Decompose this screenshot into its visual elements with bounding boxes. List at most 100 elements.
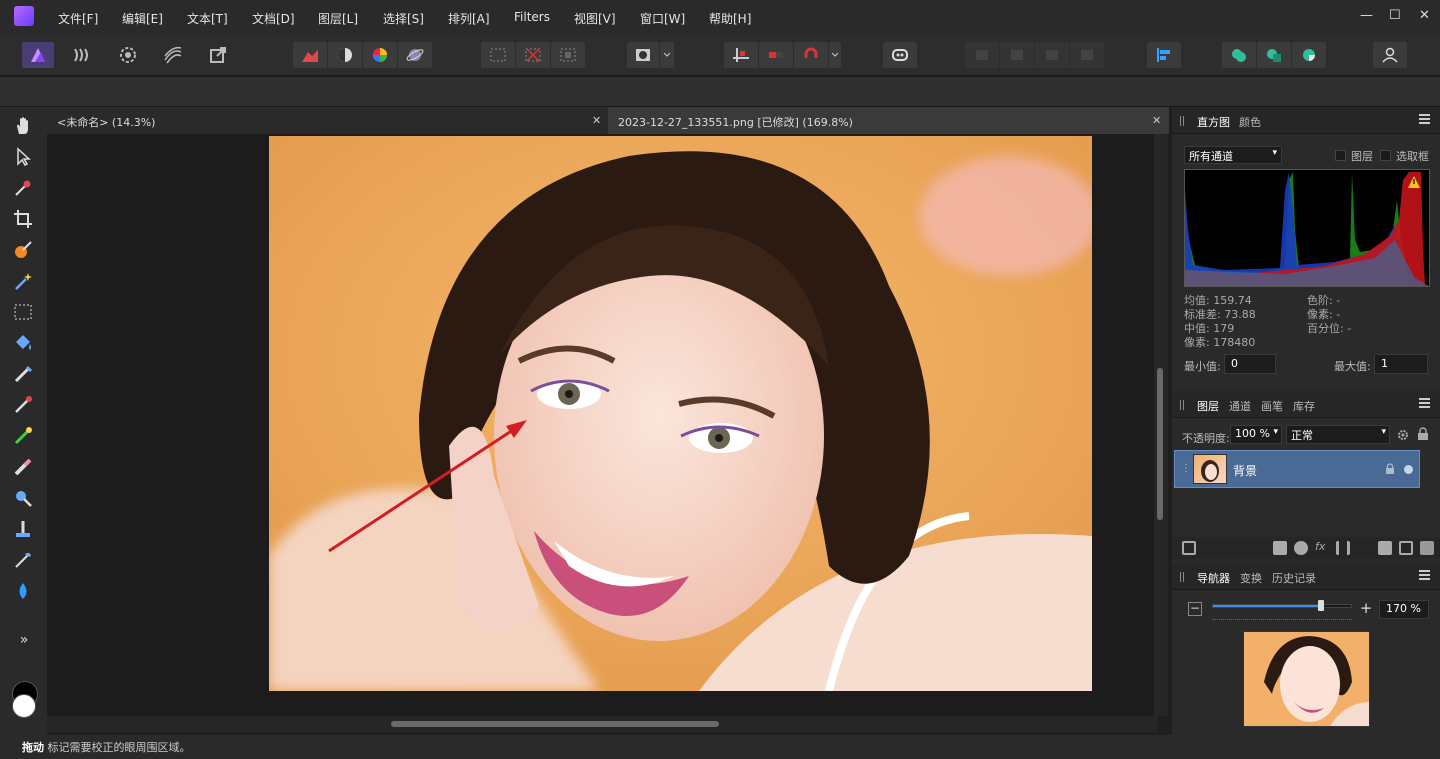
menu-layer[interactable]: 图层[L] (318, 10, 358, 27)
minimize-button[interactable]: — (1360, 8, 1373, 23)
maximize-button[interactable]: ☐ (1389, 8, 1401, 23)
clone-brush-button[interactable] (12, 518, 36, 542)
quick-mask-dropdown[interactable] (660, 42, 674, 68)
max-value-input[interactable]: 1 (1374, 354, 1428, 374)
develop-persona-button[interactable] (112, 42, 144, 68)
tab-channels[interactable]: 通道 (1229, 398, 1251, 414)
snapping-dropdown[interactable] (829, 42, 841, 68)
selection-mode-invert-button[interactable] (551, 42, 585, 68)
menu-filters[interactable]: Filters (514, 10, 550, 24)
arrange-back-button[interactable] (965, 42, 999, 68)
primary-color-swatch[interactable] (12, 694, 36, 718)
arrange-front-button[interactable] (1070, 42, 1104, 68)
add-pixel-layer-icon[interactable] (1399, 541, 1413, 555)
vertical-scroll-thumb[interactable] (1157, 368, 1163, 520)
menu-window[interactable]: 窗口[W] (640, 10, 685, 27)
tab-untitled[interactable]: <未命名> (14.3%) ✕ (47, 107, 607, 134)
arrange-backward-button[interactable] (1000, 42, 1034, 68)
auto-white-balance-button[interactable] (398, 42, 432, 68)
tab-history[interactable]: 历史记录 (1272, 570, 1316, 586)
export-persona-button[interactable] (202, 42, 234, 68)
photo-image[interactable] (269, 136, 1092, 691)
tab-navigator[interactable]: 导航器 (1193, 563, 1234, 593)
menu-view[interactable]: 视图[V] (574, 10, 616, 27)
menu-arrange[interactable]: 排列[A] (448, 10, 490, 27)
tab-stock[interactable]: 库存 (1293, 398, 1315, 414)
menu-file[interactable]: 文件[F] (58, 10, 98, 27)
lock-icon[interactable] (1417, 427, 1429, 441)
tab-transform[interactable]: 变换 (1240, 570, 1262, 586)
close-icon[interactable]: ✕ (1152, 114, 1161, 127)
menu-edit[interactable]: 编辑[E] (122, 10, 163, 27)
panel-grip-icon[interactable] (1180, 572, 1184, 582)
blur-brush-button[interactable] (12, 580, 36, 604)
vertical-scrollbar[interactable] (1154, 134, 1168, 716)
boolean-intersect-button[interactable] (1292, 42, 1326, 68)
boolean-subtract-button[interactable] (1257, 42, 1291, 68)
flood-select-button[interactable] (12, 270, 36, 294)
assistant-button[interactable] (759, 42, 793, 68)
horizontal-scrollbar[interactable] (47, 716, 1157, 732)
adjustment-layer-icon[interactable] (1294, 541, 1308, 555)
tab-color[interactable]: 颜色 (1239, 114, 1261, 130)
paint-brush-button[interactable] (12, 363, 36, 387)
marquee-tool-button[interactable] (12, 301, 36, 325)
close-icon[interactable]: ✕ (592, 114, 601, 127)
arrange-forward-button[interactable] (1035, 42, 1069, 68)
selection-mode-new-button[interactable] (481, 42, 515, 68)
more-tools-button[interactable]: » (12, 632, 36, 656)
panel-grip-icon[interactable] (1180, 400, 1184, 410)
opacity-input[interactable]: 100 % ▾ (1230, 425, 1282, 444)
crop-tool-button[interactable] (12, 208, 36, 232)
dodge-brush-button[interactable] (12, 487, 36, 511)
tab-histogram[interactable]: 直方图 (1193, 107, 1234, 137)
snapping-button[interactable] (724, 42, 758, 68)
auto-contrast-button[interactable] (328, 42, 362, 68)
menu-document[interactable]: 文档[D] (252, 10, 295, 27)
pixel-tool-button[interactable] (12, 394, 36, 418)
panel-menu-icon[interactable] (1419, 398, 1430, 408)
live-filter-icon[interactable] (1336, 541, 1350, 555)
selection-mode-clear-button[interactable] (516, 42, 550, 68)
menu-text[interactable]: 文本[T] (187, 10, 228, 27)
paint-mixer-button[interactable] (12, 425, 36, 449)
tab-layers[interactable]: 图层 (1193, 391, 1223, 421)
gear-icon[interactable] (1396, 428, 1410, 442)
photo-persona-button[interactable] (22, 42, 54, 68)
tone-mapping-persona-button[interactable] (157, 42, 189, 68)
color-picker-button[interactable] (12, 177, 36, 201)
smudge-brush-button[interactable] (12, 549, 36, 573)
menu-select[interactable]: 选择[S] (383, 10, 424, 27)
flood-fill-button[interactable] (12, 332, 36, 356)
panel-menu-icon[interactable] (1419, 114, 1430, 124)
group-folder-icon[interactable] (1378, 541, 1392, 555)
boolean-add-button[interactable] (1222, 42, 1256, 68)
selection-brush-button[interactable] (12, 239, 36, 263)
channel-select[interactable]: 所有通道 ▾ (1184, 146, 1282, 164)
zoom-slider-track[interactable] (1212, 600, 1352, 611)
min-value-input[interactable]: 0 (1224, 354, 1276, 374)
auto-colors-button[interactable] (363, 42, 397, 68)
navigator-preview[interactable] (1243, 631, 1370, 727)
tab-current-image[interactable]: 2023-12-27_133551.png [已修改] (169.8%) ✕ (608, 107, 1169, 134)
zoom-in-button[interactable]: + (1359, 601, 1373, 616)
horizontal-scroll-thumb[interactable] (391, 721, 719, 727)
panel-menu-icon[interactable] (1419, 570, 1430, 580)
menu-help[interactable]: 帮助[H] (709, 10, 751, 27)
quick-mask-button[interactable] (627, 42, 659, 68)
trash-icon[interactable] (1420, 541, 1434, 555)
layer-checkbox[interactable] (1335, 150, 1346, 161)
move-tool-button[interactable] (12, 146, 36, 170)
liquify-persona-button[interactable] (66, 42, 98, 68)
erase-brush-button[interactable] (12, 456, 36, 480)
panel-grip-icon[interactable] (1180, 116, 1184, 126)
alignment-button[interactable] (1147, 42, 1181, 68)
account-button[interactable] (1373, 42, 1407, 68)
fx-icon[interactable]: fx (1315, 540, 1325, 553)
assistant-manager-button[interactable] (883, 42, 917, 68)
layer-visibility-icon[interactable] (1404, 465, 1413, 474)
zoom-out-button[interactable]: − (1188, 602, 1202, 616)
copy-layer-icon[interactable] (1182, 541, 1196, 555)
zoom-slider-thumb[interactable] (1317, 600, 1324, 611)
levels-button[interactable] (293, 42, 327, 68)
